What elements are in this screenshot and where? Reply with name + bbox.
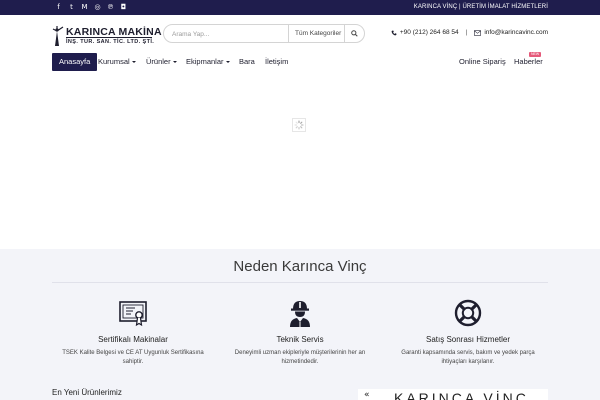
- phone-icon: [391, 30, 397, 35]
- nav-item-home[interactable]: Anasayfa: [52, 53, 98, 71]
- worker-icon: [290, 301, 310, 327]
- why-section-title: Neden Karınca Vinç: [233, 258, 367, 275]
- nav-item-label: Ekipmanlar: [186, 57, 224, 66]
- caret-down-icon: [131, 61, 136, 64]
- search-icon: [351, 30, 358, 37]
- nav-item-label: Kurumsal: [98, 57, 130, 66]
- search-button[interactable]: [344, 25, 364, 42]
- feature-after-sales: Satış Sonrası Hizmetler Garanti kapsamın…: [393, 298, 543, 367]
- topbar-tagline: KARINCA VİNÇ | ÜRETİM İMALAT HİZMETLERİ: [413, 4, 548, 10]
- caret-down-icon: [225, 61, 230, 64]
- logo-subtitle: İNŞ. TUR. SAN. TİC. LTD. ŞTİ.: [66, 37, 155, 45]
- feature-certified: Sertifikalı Makinalar TSEK Kalite Belges…: [58, 298, 208, 367]
- feature-description: Garanti kapsamında servis, bakım ve yede…: [401, 350, 535, 365]
- feature-title: Teknik Servis: [276, 335, 324, 344]
- newest-products-title: En Yeni Ürünlerimiz: [52, 388, 122, 397]
- nav-item-corporate[interactable]: Kurumsal: [98, 53, 136, 71]
- caret-down-icon: [172, 61, 177, 64]
- nav-item-contact[interactable]: İletişim: [265, 53, 288, 71]
- search-category-select[interactable]: Tüm Kategoriler: [288, 25, 345, 42]
- promo-banner: « KARINCA VİNÇ: [358, 389, 548, 400]
- instagram-alt-icon[interactable]: ◘: [117, 3, 130, 12]
- email-address[interactable]: info@karincavinc.com: [484, 29, 548, 36]
- main-nav: Anasayfa Kurumsal Ürünler Ekipmanlar Bar…: [0, 52, 600, 75]
- new-badge: NEW: [529, 52, 542, 57]
- nav-item-label: Haberler: [514, 57, 543, 66]
- feature-technical-service: Teknik Servis Deneyimli uzman ekipleriyl…: [225, 298, 375, 367]
- banner-prev-arrow[interactable]: «: [364, 390, 370, 400]
- nav-item-products[interactable]: Ürünler: [146, 53, 177, 71]
- nav-item-equipment[interactable]: Ekipmanlar: [186, 53, 230, 71]
- site-logo[interactable]: KARINCA MAKİNA İNŞ. TUR. SAN. TİC. LTD. …: [52, 25, 162, 51]
- nav-item-label: Bara: [239, 57, 255, 66]
- pinterest-icon[interactable]: ℗: [104, 3, 117, 12]
- nav-item-bara[interactable]: Bara: [239, 53, 255, 71]
- feature-description: Deneyimli uzman ekipleriyle müşterilerin…: [234, 350, 366, 365]
- contact-separator: |: [465, 29, 468, 36]
- social-links: f t M ◎ ℗ ◘: [52, 3, 130, 12]
- nav-item-label: Anasayfa: [59, 57, 91, 66]
- lifebuoy-icon: [454, 299, 482, 327]
- divider: [52, 282, 548, 283]
- facebook-icon[interactable]: f: [52, 3, 65, 12]
- search-input[interactable]: [172, 28, 282, 40]
- top-bar: f t M ◎ ℗ ◘ KARINCA VİNÇ | ÜRETİM İMALAT…: [0, 0, 600, 15]
- nav-item-online-order[interactable]: Online Sipariş: [459, 53, 506, 71]
- certificate-icon: [119, 301, 147, 327]
- hero-slider: [0, 75, 600, 249]
- site-header: KARINCA MAKİNA İNŞ. TUR. SAN. TİC. LTD. …: [0, 15, 600, 53]
- twitter-icon[interactable]: t: [65, 3, 78, 12]
- crane-logo-icon: [52, 26, 64, 46]
- banner-text: KARINCA VİNÇ: [394, 390, 529, 400]
- search-bar: Tüm Kategoriler: [163, 24, 365, 43]
- nav-item-label: İletişim: [265, 57, 289, 66]
- instagram-icon[interactable]: ◎: [91, 3, 104, 12]
- yandex-icon[interactable]: M: [78, 3, 91, 12]
- feature-description: TSEK Kalite Belgesi ve CE AT Uygunluk Se…: [62, 350, 204, 365]
- email-icon: [474, 29, 482, 36]
- nav-item-label: Online Sipariş: [459, 57, 506, 66]
- header-contact: +90 (212) 264 68 54 | info@karincavinc.c…: [391, 29, 548, 36]
- feature-title: Satış Sonrası Hizmetler: [425, 335, 511, 344]
- feature-title: Sertifikalı Makinalar: [98, 335, 168, 344]
- loading-spinner-icon: [292, 118, 306, 132]
- nav-item-label: Ürünler: [146, 57, 171, 66]
- phone-number[interactable]: +90 (212) 264 68 54: [400, 29, 459, 36]
